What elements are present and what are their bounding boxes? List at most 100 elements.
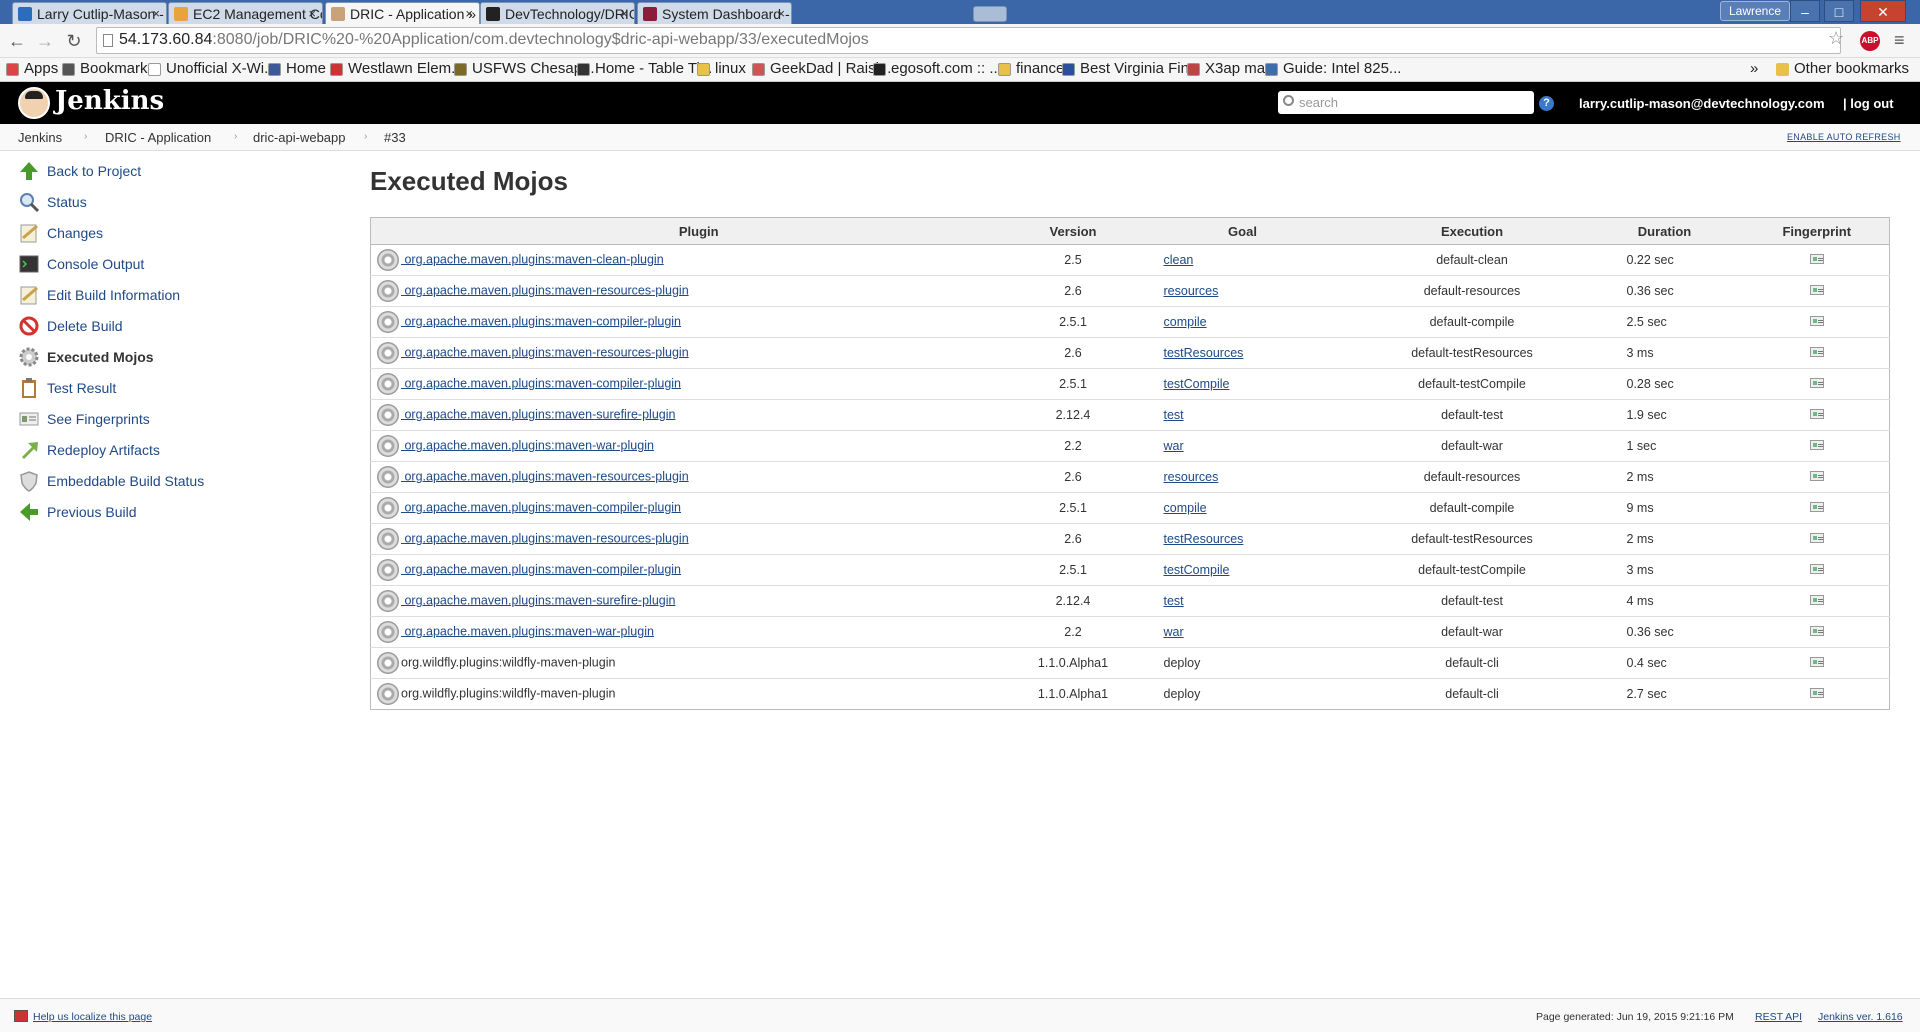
goal-link[interactable]: testCompile xyxy=(1164,377,1230,391)
goal-link[interactable]: war xyxy=(1164,625,1184,639)
tab-close-icon[interactable]: × xyxy=(308,6,316,21)
bookmarks-overflow[interactable]: » xyxy=(1750,60,1758,77)
goal-link[interactable]: testResources xyxy=(1164,532,1244,546)
fingerprint-icon[interactable] xyxy=(1809,285,1824,295)
bookmark-item[interactable]: Best Virginia Fin... xyxy=(1062,60,1201,77)
bookmark-item[interactable]: GeekDad | Raisi... xyxy=(752,60,891,77)
plugin-link[interactable]: org.apache.maven.plugins:maven-compiler-… xyxy=(401,314,681,328)
plugin-link[interactable]: org.apache.maven.plugins:maven-war-plugi… xyxy=(401,438,653,452)
jenkins-logo-icon[interactable] xyxy=(18,87,50,119)
goal-link[interactable]: test xyxy=(1164,408,1184,422)
sidebar-item-previous-build[interactable]: Previous Build xyxy=(18,501,137,525)
localize-link[interactable]: Help us localize this page xyxy=(14,1010,152,1023)
goal-link[interactable]: compile xyxy=(1164,315,1207,329)
reload-button[interactable]: ↻ xyxy=(63,31,85,52)
adblock-icon[interactable]: ABP xyxy=(1860,31,1880,51)
sidebar-item-edit-build-information[interactable]: Edit Build Information xyxy=(18,284,180,308)
fingerprint-icon[interactable] xyxy=(1809,316,1824,326)
plugin-link[interactable]: org.apache.maven.plugins:maven-resources… xyxy=(401,345,688,359)
goal-link[interactable]: resources xyxy=(1164,470,1219,484)
goal-link[interactable]: testCompile xyxy=(1164,563,1230,577)
jenkins-title[interactable]: Jenkins xyxy=(55,86,164,116)
logout-link[interactable]: | log out xyxy=(1843,96,1894,111)
sidebar-item-delete-build[interactable]: Delete Build xyxy=(18,315,123,339)
plugin-link[interactable]: org.apache.maven.plugins:maven-resources… xyxy=(401,531,688,545)
browser-tab[interactable]: DRIC - Application » × xyxy=(325,2,480,24)
fingerprint-icon[interactable] xyxy=(1809,595,1824,605)
forward-button[interactable]: → xyxy=(34,31,56,52)
bookmark-star-icon[interactable]: ☆ xyxy=(1828,28,1844,49)
jenkins-version-link[interactable]: Jenkins ver. 1.616 xyxy=(1818,1011,1903,1023)
bookmark-item[interactable]: Westlawn Elem... xyxy=(330,60,464,77)
fingerprint-icon[interactable] xyxy=(1809,657,1824,667)
breadcrumb-dric-application[interactable]: DRIC - Application xyxy=(105,130,211,145)
goal-link[interactable]: compile xyxy=(1164,501,1207,515)
close-window-button[interactable]: ✕ xyxy=(1860,0,1906,22)
goal-link[interactable]: war xyxy=(1164,439,1184,453)
bookmark-item[interactable]: Home xyxy=(268,60,326,77)
bookmark-item[interactable]: X3ap map xyxy=(1187,60,1273,77)
enable-auto-refresh-link[interactable]: ENABLE AUTO REFRESH xyxy=(1787,132,1901,142)
plugin-link[interactable]: org.apache.maven.plugins:maven-compiler-… xyxy=(401,500,681,514)
goal-link[interactable]: test xyxy=(1164,594,1184,608)
sidebar-item-status[interactable]: Status xyxy=(18,191,87,215)
sidebar-item-embeddable-build-status[interactable]: Embeddable Build Status xyxy=(18,470,204,494)
search-input[interactable]: search xyxy=(1278,91,1534,114)
sidebar-item-see-fingerprints[interactable]: See Fingerprints xyxy=(18,408,150,432)
fingerprint-icon[interactable] xyxy=(1809,688,1824,698)
profile-button[interactable]: Lawrence xyxy=(1720,1,1791,21)
fingerprint-icon[interactable] xyxy=(1809,409,1824,419)
plugin-link[interactable]: org.apache.maven.plugins:maven-compiler-… xyxy=(401,562,681,576)
bookmark-item[interactable]: Apps xyxy=(6,60,58,77)
fingerprint-icon[interactable] xyxy=(1809,564,1824,574)
browser-menu-icon[interactable]: ≡ xyxy=(1894,30,1905,51)
browser-tab[interactable]: Larry Cutlip-Mason - × xyxy=(12,2,167,24)
sidebar-item-redeploy-artifacts[interactable]: Redeploy Artifacts xyxy=(18,439,160,463)
browser-tab[interactable]: DevTechnology/DRIC × xyxy=(480,2,635,24)
sidebar-item-back-to-project[interactable]: Back to Project xyxy=(18,160,141,184)
bookmark-item[interactable]: Home - Table Ti... xyxy=(577,60,712,77)
fingerprint-icon[interactable] xyxy=(1809,440,1824,450)
browser-tab[interactable]: System Dashboard - × xyxy=(637,2,792,24)
tab-close-icon[interactable]: × xyxy=(152,6,160,21)
fingerprint-icon[interactable] xyxy=(1809,347,1824,357)
back-button[interactable]: ← xyxy=(6,31,28,52)
maximize-button[interactable]: □ xyxy=(1824,0,1854,22)
bookmark-item[interactable]: linux xyxy=(697,60,746,77)
bookmark-item[interactable]: Bookmarks xyxy=(62,60,155,77)
other-bookmarks[interactable]: Other bookmarks xyxy=(1776,60,1909,77)
minimize-button[interactable]: – xyxy=(1790,0,1820,22)
address-bar[interactable]: 54.173.60.84:8080/job/DRIC%20-%20Applica… xyxy=(96,27,1841,54)
rest-api-link[interactable]: REST API xyxy=(1755,1011,1802,1023)
breadcrumb-build-33[interactable]: #33 xyxy=(384,130,406,145)
plugin-link[interactable]: org.apache.maven.plugins:maven-surefire-… xyxy=(401,593,675,607)
help-icon[interactable]: ? xyxy=(1539,96,1554,111)
plugin-link[interactable]: org.apache.maven.plugins:maven-surefire-… xyxy=(401,407,675,421)
breadcrumb-jenkins[interactable]: Jenkins xyxy=(18,130,62,145)
fingerprint-icon[interactable] xyxy=(1809,502,1824,512)
sidebar-item-console-output[interactable]: Console Output xyxy=(18,253,144,277)
bookmark-item[interactable]: Guide: Intel 825... xyxy=(1265,60,1401,77)
bookmark-item[interactable]: Unofficial X-Wi... xyxy=(148,60,277,77)
breadcrumb-dric-api-webapp[interactable]: dric-api-webapp xyxy=(253,130,346,145)
plugin-link[interactable]: org.apache.maven.plugins:maven-clean-plu… xyxy=(401,252,663,266)
bookmark-item[interactable]: egosoft.com :: ... xyxy=(873,60,1002,77)
browser-tab[interactable]: EC2 Management Co × xyxy=(168,2,323,24)
tab-close-icon[interactable]: × xyxy=(465,6,473,21)
sidebar-item-changes[interactable]: Changes xyxy=(18,222,103,246)
tab-close-icon[interactable]: × xyxy=(777,6,785,21)
sidebar-item-test-result[interactable]: Test Result xyxy=(18,377,116,401)
fingerprint-icon[interactable] xyxy=(1809,533,1824,543)
fingerprint-icon[interactable] xyxy=(1809,254,1824,264)
fingerprint-icon[interactable] xyxy=(1809,471,1824,481)
plugin-link[interactable]: org.apache.maven.plugins:maven-resources… xyxy=(401,283,688,297)
user-link[interactable]: larry.cutlip-mason@devtechnology.com xyxy=(1579,96,1825,111)
fingerprint-icon[interactable] xyxy=(1809,626,1824,636)
plugin-link[interactable]: org.apache.maven.plugins:maven-compiler-… xyxy=(401,376,681,390)
plugin-link[interactable]: org.apache.maven.plugins:maven-war-plugi… xyxy=(401,624,653,638)
goal-link[interactable]: resources xyxy=(1164,284,1219,298)
goal-link[interactable]: testResources xyxy=(1164,346,1244,360)
bookmark-item[interactable]: finance xyxy=(998,60,1064,77)
bookmark-item[interactable]: USFWS Chesap... xyxy=(454,60,595,77)
sidebar-item-executed-mojos[interactable]: Executed Mojos xyxy=(18,346,154,370)
